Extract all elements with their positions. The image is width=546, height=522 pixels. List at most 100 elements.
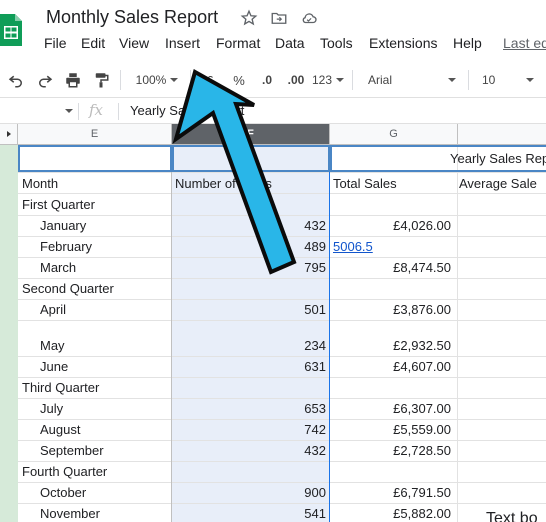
menu-data[interactable]: Data (275, 35, 305, 51)
month-label[interactable]: August (40, 419, 80, 440)
number-of-sales-cell[interactable]: 234 (172, 335, 326, 356)
number-of-sales-cell[interactable]: 541 (172, 503, 326, 522)
chevron-down-icon (336, 78, 345, 82)
number-of-sales-cell[interactable]: 432 (172, 215, 326, 236)
number-of-sales-cell[interactable]: 795 (172, 257, 326, 278)
total-sales-cell[interactable]: £3,876.00 (330, 299, 451, 320)
currency-format-button[interactable]: £ (197, 62, 223, 98)
month-label[interactable]: April (40, 299, 66, 320)
chevron-down-icon (170, 78, 179, 82)
row-headers (0, 124, 18, 522)
zoom-value: 100% (135, 73, 167, 87)
name-box-dropdown-icon[interactable] (65, 109, 73, 113)
font-family-select[interactable]: Arial (362, 62, 462, 98)
toolbar: 100% £ % .0 .00 123 Arial 10 (0, 62, 546, 98)
month-label[interactable]: November (40, 503, 100, 522)
move-folder-icon[interactable] (270, 9, 288, 27)
menu-tools[interactable]: Tools (320, 35, 353, 51)
font-family-value: Arial (368, 73, 393, 87)
decrease-decimal-button[interactable]: .0 (254, 62, 280, 98)
month-label[interactable]: July (40, 398, 63, 419)
print-icon (66, 73, 80, 88)
text-box-label: Text bo (486, 510, 538, 522)
menu-format[interactable]: Format (216, 35, 260, 51)
number-of-sales-cell[interactable]: 489 (172, 236, 326, 257)
header-month[interactable]: Month (22, 173, 58, 194)
number-of-sales-cell[interactable]: 653 (172, 398, 326, 419)
menu-extensions[interactable]: Extensions (369, 35, 437, 51)
header-average-sale[interactable]: Average Sale (459, 173, 537, 194)
chevron-down-icon (448, 78, 456, 82)
number-of-sales-cell[interactable]: 432 (172, 440, 326, 461)
increase-decimal-button[interactable]: .00 (282, 62, 310, 98)
sheet-title-text: Yearly Sales Rep (450, 151, 546, 166)
total-sales-cell[interactable]: £4,607.00 (330, 356, 451, 377)
redo-icon (39, 75, 53, 88)
header-total-sales[interactable]: Total Sales (333, 173, 397, 194)
title-row: Yearly Sales Rep (18, 145, 546, 172)
paint-format-icon (95, 73, 109, 88)
total-sales-cell[interactable]: £4,026.00 (330, 215, 451, 236)
quarter-label[interactable]: Third Quarter (22, 377, 99, 398)
more-formats-select[interactable]: 123 (311, 62, 345, 98)
total-sales-cell[interactable]: £8,474.50 (330, 257, 451, 278)
menu-insert[interactable]: Insert (165, 35, 200, 51)
triangle-icon (7, 131, 11, 137)
total-sales-cell[interactable]: £5,882.00 (330, 503, 451, 522)
total-sales-link-cell[interactable]: 5006.5 (333, 236, 373, 257)
number-of-sales-cell[interactable]: 501 (172, 299, 326, 320)
month-label[interactable]: September (40, 440, 104, 461)
selected-column-border (329, 145, 330, 522)
month-label[interactable]: March (40, 257, 76, 278)
redo-button[interactable] (33, 62, 57, 98)
total-sales-cell[interactable]: £6,307.00 (330, 398, 451, 419)
menu-help[interactable]: Help (453, 35, 482, 51)
number-of-sales-cell[interactable]: 900 (172, 482, 326, 503)
menu-edit[interactable]: Edit (81, 35, 105, 51)
fx-icon: fx (89, 101, 104, 119)
percent-format-button[interactable]: % (226, 62, 252, 98)
title-cell-f[interactable] (172, 145, 330, 172)
select-all-corner[interactable] (0, 124, 18, 145)
column-header-f[interactable]: F (172, 124, 330, 145)
total-sales-cell[interactable]: £5,559.00 (330, 419, 451, 440)
formula-bar: fx Yearly Sales Report (0, 99, 546, 124)
document-title[interactable]: Monthly Sales Report (46, 7, 218, 28)
chevron-down-icon (526, 78, 534, 82)
month-label[interactable]: May (40, 335, 65, 356)
sheets-app: Monthly Sales Report File Edit View Inse… (0, 0, 546, 522)
formula-input[interactable]: Yearly Sales Report (130, 103, 244, 118)
total-sales-cell[interactable]: £2,932.50 (330, 335, 451, 356)
more-formats-label: 123 (311, 73, 333, 87)
cloud-status-icon[interactable] (300, 9, 318, 27)
header-number-of-sales[interactable]: Number of Sales (175, 173, 272, 194)
print-button[interactable] (61, 62, 85, 98)
star-icon[interactable] (240, 9, 258, 27)
column-header-g[interactable]: G (330, 124, 458, 145)
sheets-logo-icon[interactable] (0, 14, 22, 46)
month-label[interactable]: October (40, 482, 86, 503)
font-size-select[interactable]: 10 (476, 62, 540, 98)
quarter-label[interactable]: Fourth Quarter (22, 461, 107, 482)
menu-file[interactable]: File (44, 35, 67, 51)
total-sales-cell[interactable]: £2,728.50 (330, 440, 451, 461)
title-cell-e[interactable] (18, 145, 172, 172)
spreadsheet-grid[interactable]: E F G Yearly Sales Rep Month Number of S… (0, 124, 546, 522)
undo-icon (8, 75, 22, 88)
menu-view[interactable]: View (119, 35, 149, 51)
month-label[interactable]: June (40, 356, 68, 377)
number-of-sales-cell[interactable]: 631 (172, 356, 326, 377)
column-header-h[interactable] (458, 124, 546, 145)
last-edit-link[interactable]: Last ed (503, 35, 546, 51)
number-of-sales-cell[interactable]: 742 (172, 419, 326, 440)
total-sales-cell[interactable]: £6,791.50 (330, 482, 451, 503)
month-label[interactable]: February (40, 236, 92, 257)
month-label[interactable]: January (40, 215, 86, 236)
selected-column-highlight (172, 145, 330, 522)
paint-format-button[interactable] (89, 62, 113, 98)
quarter-label[interactable]: First Quarter (22, 194, 95, 215)
undo-button[interactable] (4, 62, 28, 98)
column-header-e[interactable]: E (18, 124, 172, 145)
quarter-label[interactable]: Second Quarter (22, 278, 114, 299)
zoom-select[interactable]: 100% (128, 62, 186, 98)
